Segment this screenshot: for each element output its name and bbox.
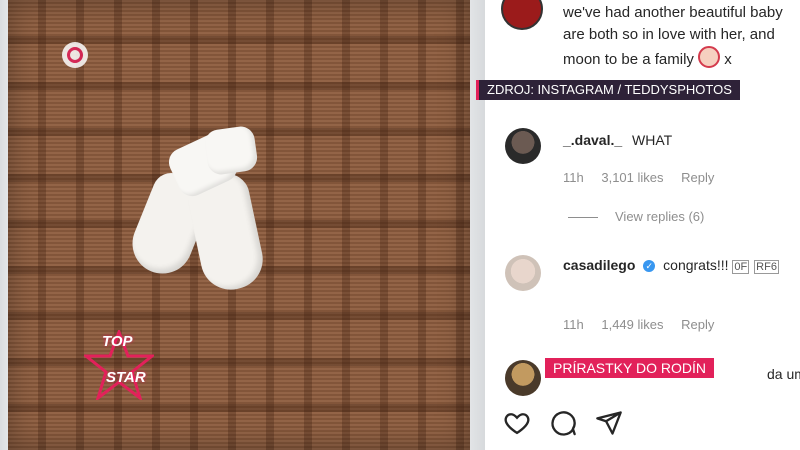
comment-time: 11h bbox=[563, 170, 584, 185]
comment-text: da um filh bbox=[767, 366, 800, 382]
comment-likes[interactable]: 3,101 likes bbox=[601, 170, 663, 185]
post-caption: we've had another beautiful baby are bot… bbox=[563, 2, 800, 68]
caption-line: we've had another beautiful baby bbox=[563, 4, 783, 21]
channel-logo-icon bbox=[62, 42, 88, 68]
view-replies-button[interactable]: View replies (6) bbox=[615, 209, 704, 224]
emoji-placeholder-icon: RF6 bbox=[754, 260, 779, 274]
reply-button[interactable]: Reply bbox=[681, 170, 714, 185]
commenter-avatar[interactable] bbox=[505, 360, 541, 396]
section-tag: PRÍRASTKY DO RODÍN bbox=[545, 358, 714, 378]
emoji-icon bbox=[698, 46, 721, 68]
commenter-username[interactable]: _.daval._ bbox=[563, 132, 622, 148]
commenter-avatar[interactable] bbox=[505, 128, 541, 164]
comment-text: congrats!!! bbox=[663, 257, 729, 273]
commenter-avatar[interactable] bbox=[505, 255, 541, 291]
reply-button[interactable]: Reply bbox=[681, 317, 714, 332]
emoji-placeholder-icon: 0F bbox=[732, 260, 750, 274]
caption-line: moon to be a family x bbox=[563, 46, 800, 68]
comment-text: WHAT bbox=[632, 132, 673, 148]
comment-likes[interactable]: 1,449 likes bbox=[601, 317, 663, 332]
topstar-brand: TOP STAR bbox=[84, 330, 154, 400]
share-icon[interactable] bbox=[595, 409, 623, 437]
divider-line bbox=[568, 217, 598, 218]
post-actions bbox=[503, 405, 643, 441]
post-author-avatar[interactable] bbox=[501, 0, 543, 30]
source-tag: ZDROJ: INSTAGRAM / TEDDYSPHOTOS bbox=[476, 80, 740, 100]
comment-icon[interactable] bbox=[549, 409, 577, 437]
comment-meta: 11h 3,101 likes Reply bbox=[563, 170, 728, 185]
verified-badge-icon: ✓ bbox=[643, 260, 656, 272]
commenter-username[interactable]: casadilego bbox=[563, 257, 635, 273]
sock-cuff-right bbox=[203, 124, 259, 177]
instagram-post-panel: we've had another beautiful baby are bot… bbox=[485, 0, 800, 450]
heart-icon[interactable] bbox=[503, 409, 531, 437]
comment-time: 11h bbox=[563, 317, 584, 332]
brand-line-2: STAR bbox=[106, 369, 146, 386]
caption-line: are both so in love with her, and bbox=[563, 26, 775, 43]
comment-meta: 11h 1,449 likes Reply bbox=[563, 317, 728, 332]
brand-line-1: TOP bbox=[102, 333, 133, 350]
